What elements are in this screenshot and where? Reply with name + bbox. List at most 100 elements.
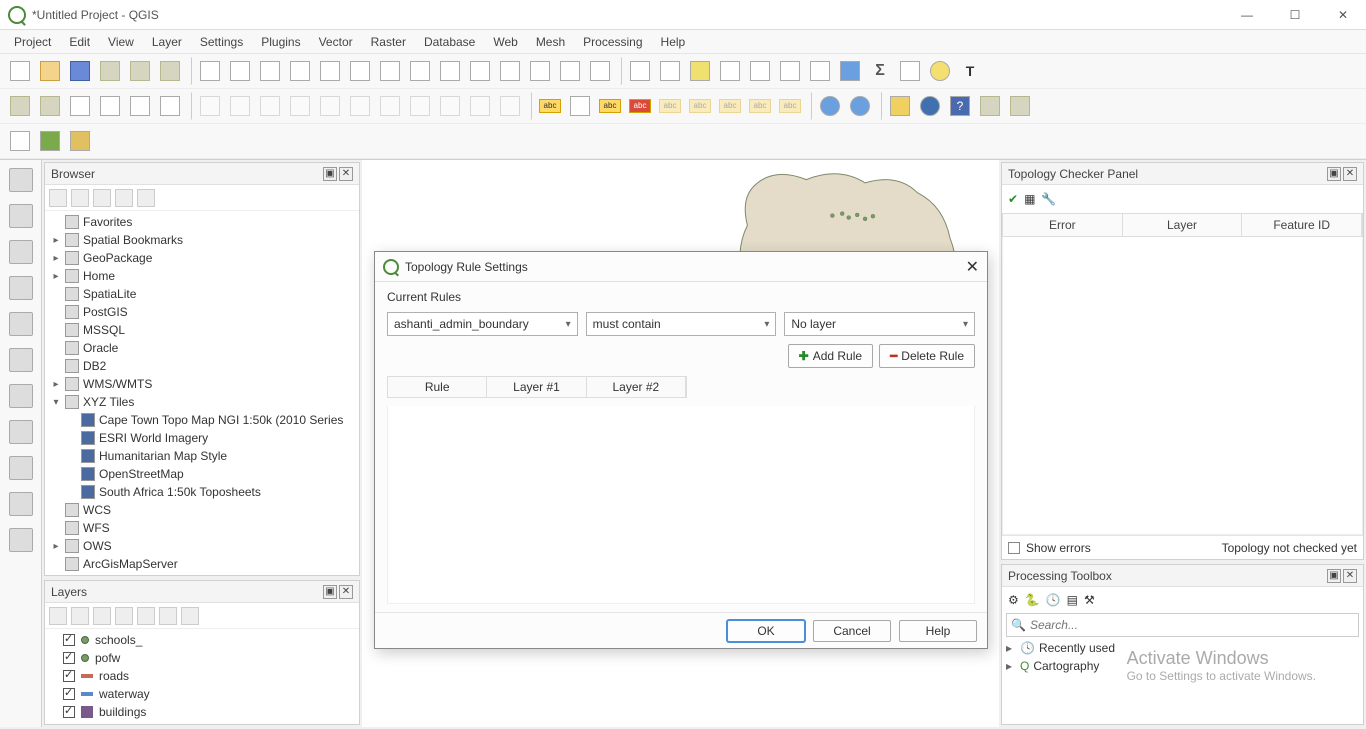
menu-vector[interactable]: Vector	[311, 33, 361, 51]
new-geopackage-icon[interactable]	[36, 92, 64, 120]
panel-undock-button[interactable]: ▣	[323, 585, 337, 599]
zoom-next-icon[interactable]	[466, 57, 494, 85]
new-bookmark-icon[interactable]	[526, 57, 554, 85]
menu-raster[interactable]: Raster	[363, 33, 414, 51]
browser-item[interactable]: WCS	[45, 501, 359, 519]
col-layer1[interactable]: Layer #1	[487, 377, 586, 397]
layer-item[interactable]: schools_	[45, 631, 359, 649]
maximize-button[interactable]: ☐	[1280, 5, 1310, 25]
browser-item[interactable]: ▸OWS	[45, 537, 359, 555]
select-icon[interactable]	[686, 57, 714, 85]
minimize-button[interactable]: —	[1232, 5, 1262, 25]
edit-toggle-icon[interactable]	[196, 92, 224, 120]
new-virtual-icon[interactable]	[156, 92, 184, 120]
attribute-table-icon[interactable]	[776, 57, 804, 85]
properties-icon[interactable]	[137, 189, 155, 207]
label-change-icon[interactable]: abc	[776, 92, 804, 120]
paste-icon[interactable]	[436, 92, 464, 120]
add-delimited-icon[interactable]	[9, 276, 33, 300]
measure-icon[interactable]	[896, 57, 924, 85]
delete-selected-icon[interactable]	[346, 92, 374, 120]
panel-close-button[interactable]: ✕	[339, 585, 353, 599]
refresh-icon[interactable]	[586, 57, 614, 85]
osm-icon[interactable]	[916, 92, 944, 120]
browser-item-child[interactable]: Humanitarian Map Style	[45, 447, 359, 465]
web-globe-icon[interactable]	[816, 92, 844, 120]
plugin-b-icon[interactable]	[1006, 92, 1034, 120]
menu-view[interactable]: View	[100, 33, 142, 51]
col-layer2[interactable]: Layer #2	[587, 377, 686, 397]
menu-settings[interactable]: Settings	[192, 33, 251, 51]
browser-item[interactable]: ▾XYZ Tiles	[45, 393, 359, 411]
label-layer-icon[interactable]: abc	[596, 92, 624, 120]
menu-layer[interactable]: Layer	[144, 33, 190, 51]
collapse-icon[interactable]	[115, 189, 133, 207]
col-layer[interactable]: Layer	[1123, 214, 1243, 236]
layer-item[interactable]: pofw	[45, 649, 359, 667]
panel-close-button[interactable]: ✕	[1343, 167, 1357, 181]
browser-item-child[interactable]: Cape Town Topo Map NGI 1:50k (2010 Serie…	[45, 411, 359, 429]
ok-button[interactable]: OK	[727, 620, 805, 642]
filter-icon[interactable]	[93, 189, 111, 207]
close-button[interactable]: ✕	[1328, 5, 1358, 25]
help-icon[interactable]: ?	[946, 92, 974, 120]
browser-item[interactable]: MSSQL	[45, 321, 359, 339]
python-icon[interactable]	[886, 92, 914, 120]
layout-manager-icon[interactable]	[126, 57, 154, 85]
layer-collapse-icon[interactable]	[159, 607, 177, 625]
layer-visibility-checkbox[interactable]	[63, 652, 75, 664]
browser-item[interactable]: ▸Spatial Bookmarks	[45, 231, 359, 249]
label-pin-icon[interactable]: abc	[656, 92, 684, 120]
layer-visibility-checkbox[interactable]	[63, 670, 75, 682]
browser-item[interactable]: ▸WMS/WMTS	[45, 375, 359, 393]
python-icon[interactable]: 🐍	[1025, 593, 1040, 607]
layer-style-icon[interactable]	[49, 607, 67, 625]
add-wfs-icon[interactable]	[9, 492, 33, 516]
panel-undock-button[interactable]: ▣	[1327, 167, 1341, 181]
layer-visibility-checkbox[interactable]	[63, 634, 75, 646]
georef-icon[interactable]	[36, 127, 64, 155]
new-spatialite-icon[interactable]	[96, 92, 124, 120]
select-by-icon[interactable]	[716, 57, 744, 85]
label-rotate-icon[interactable]: abc	[746, 92, 774, 120]
browser-item[interactable]: ▸GeoPackage	[45, 249, 359, 267]
add-mssql-icon[interactable]	[9, 384, 33, 408]
new-memory-icon[interactable]	[126, 92, 154, 120]
browser-item[interactable]: WFS	[45, 519, 359, 537]
processing-search[interactable]: 🔍	[1006, 613, 1359, 637]
field-calc-icon[interactable]	[806, 57, 834, 85]
menu-processing[interactable]: Processing	[575, 33, 650, 51]
web-search-icon[interactable]	[846, 92, 874, 120]
delete-rule-button[interactable]: ━Delete Rule	[879, 344, 975, 368]
add-wcs-icon[interactable]	[9, 456, 33, 480]
refresh-icon[interactable]	[71, 189, 89, 207]
layer1-combo[interactable]: ashanti_admin_boundary	[387, 312, 578, 336]
zoom-out-icon[interactable]	[286, 57, 314, 85]
deselect-icon[interactable]	[746, 57, 774, 85]
add-spatialite-icon[interactable]	[9, 312, 33, 336]
help-button[interactable]: Help	[899, 620, 977, 642]
temporal-icon[interactable]	[556, 57, 584, 85]
zoom-last-icon[interactable]	[436, 57, 464, 85]
processing-item-recent[interactable]: ▸ 🕓 Recently used	[1006, 639, 1359, 657]
layer-remove-icon[interactable]	[181, 607, 199, 625]
browser-item-child[interactable]: ESRI World Imagery	[45, 429, 359, 447]
add-layer-icon[interactable]	[6, 92, 34, 120]
menu-project[interactable]: Project	[6, 33, 59, 51]
plugin-a-icon[interactable]	[976, 92, 1004, 120]
save-project-icon[interactable]	[66, 57, 94, 85]
model-icon[interactable]: ⚒	[1084, 593, 1095, 607]
add-rule-button[interactable]: ✚Add Rule	[788, 344, 873, 368]
add-wms-icon[interactable]	[9, 420, 33, 444]
copy-icon[interactable]	[406, 92, 434, 120]
history-icon[interactable]: 🕓	[1046, 593, 1061, 607]
panel-close-button[interactable]: ✕	[1343, 569, 1357, 583]
layer-filter-icon[interactable]	[115, 607, 133, 625]
node-tool-icon[interactable]	[316, 92, 344, 120]
dialog-close-button[interactable]: ✕	[966, 257, 979, 277]
add-raster-icon[interactable]	[9, 204, 33, 228]
processing-tree[interactable]: ▸ 🕓 Recently used ▸ Q Cartography	[1002, 637, 1363, 677]
processing-search-input[interactable]	[1030, 618, 1354, 632]
menu-database[interactable]: Database	[416, 33, 483, 51]
cut-icon[interactable]	[376, 92, 404, 120]
